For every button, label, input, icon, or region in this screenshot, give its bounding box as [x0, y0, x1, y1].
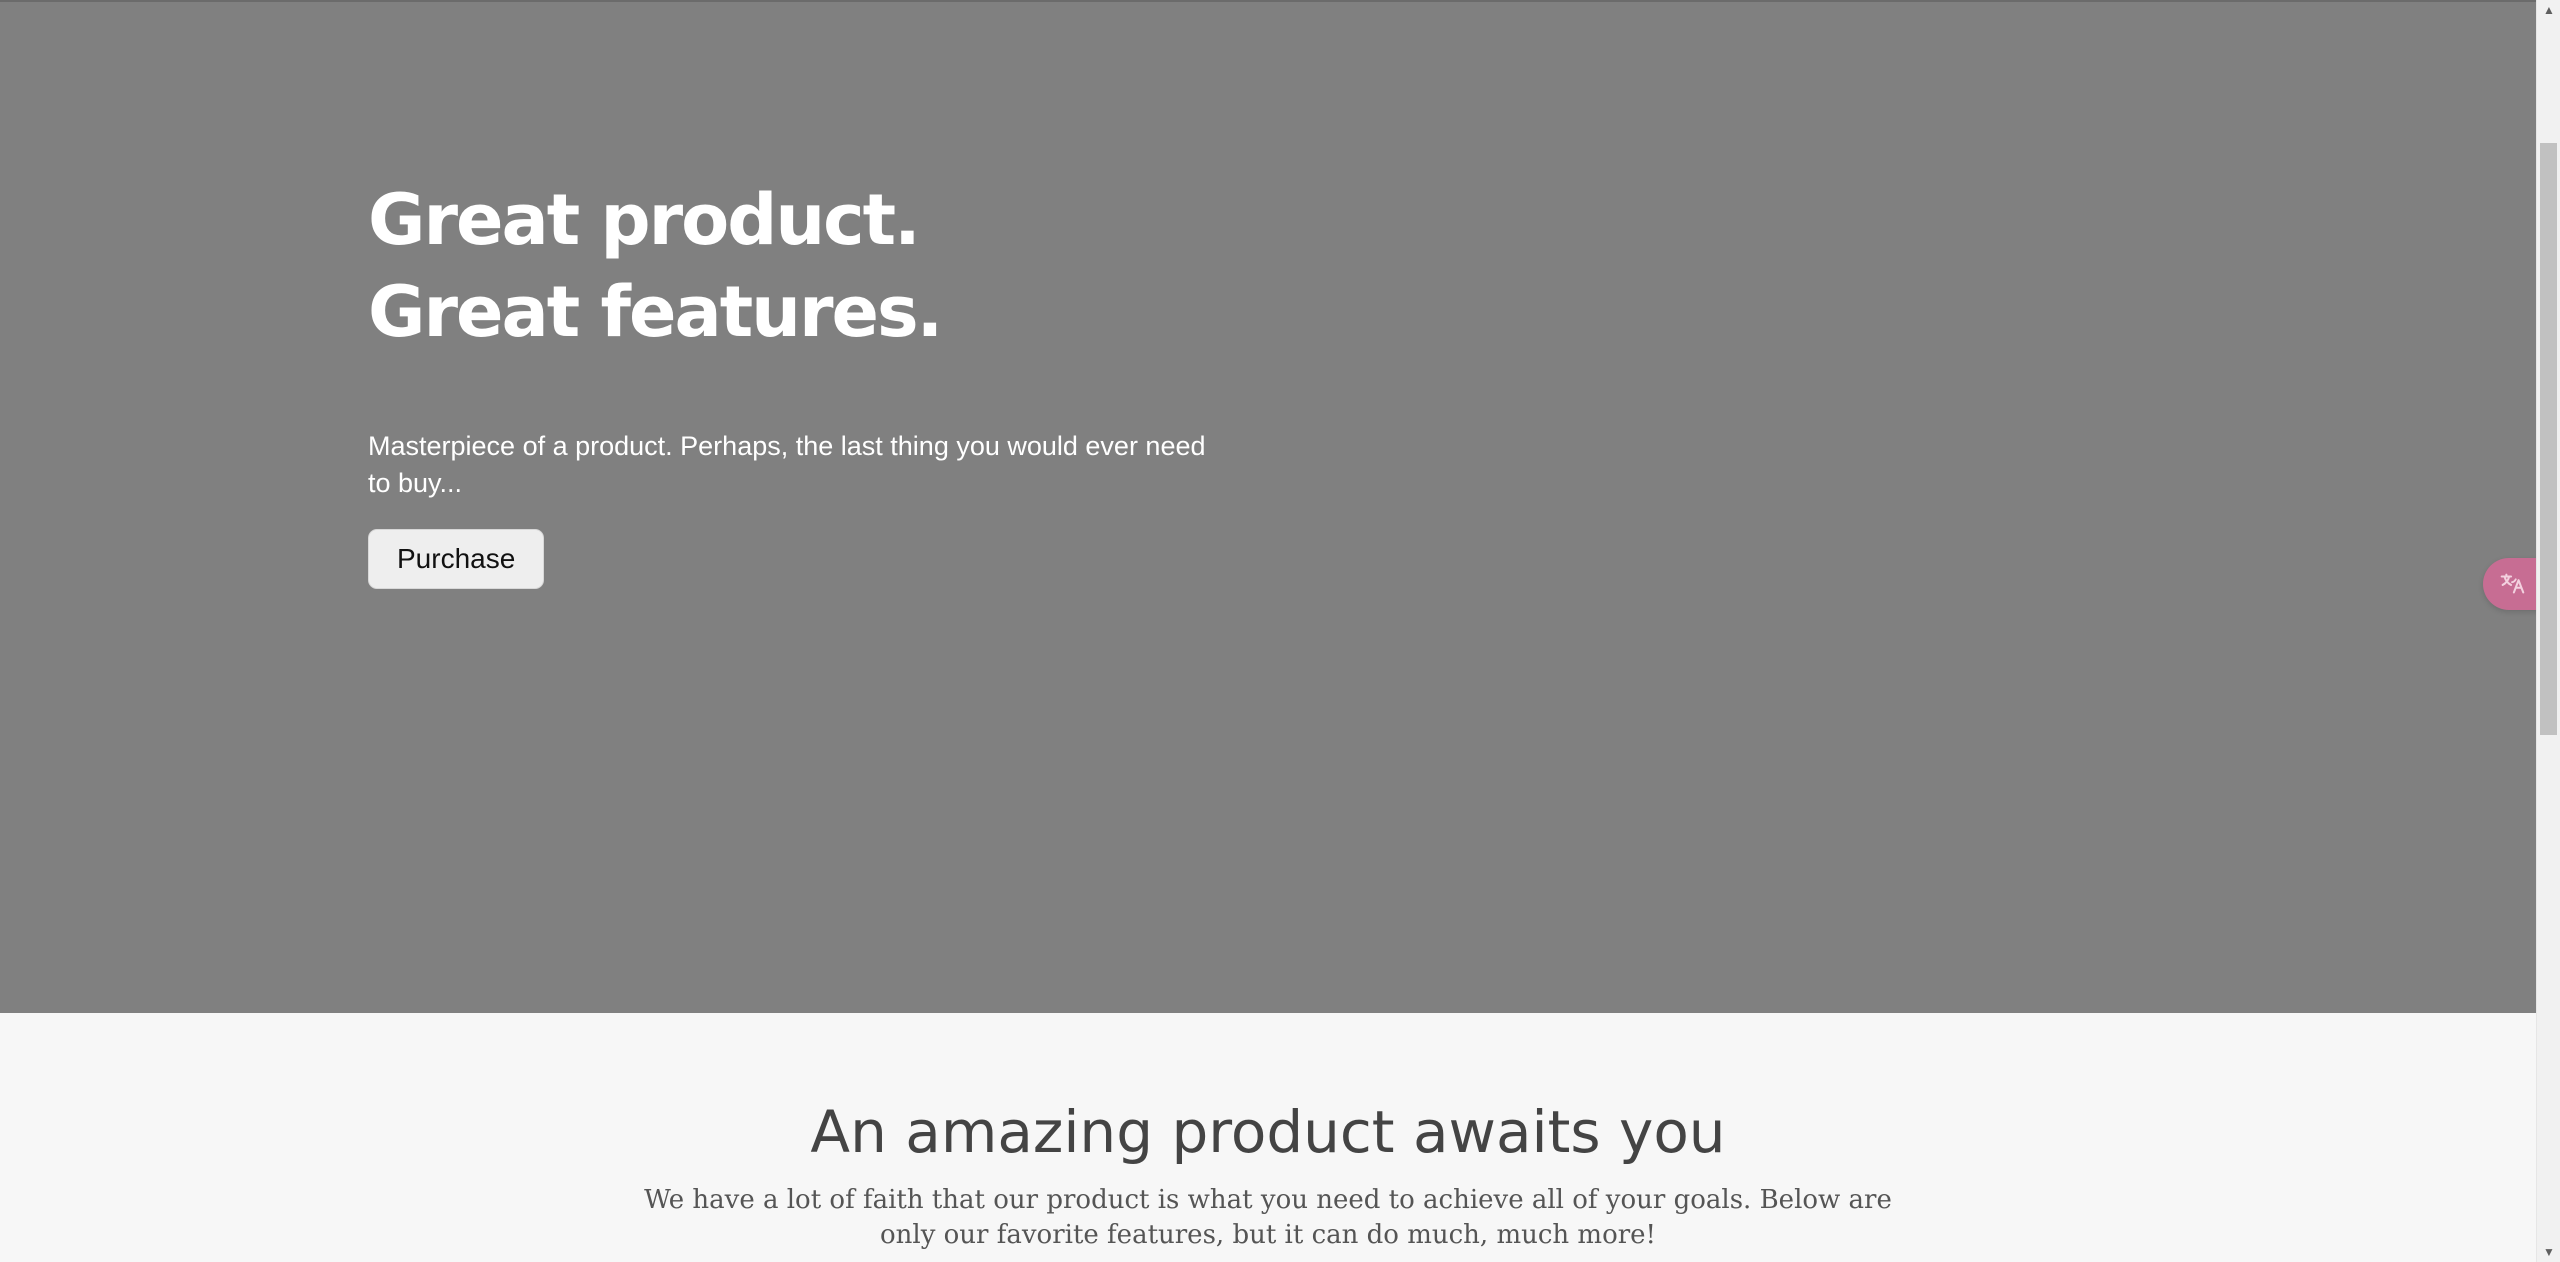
hero-section: Great product. Great features. Masterpie…	[0, 0, 2536, 1013]
scroll-down-arrow-icon[interactable]: ▼	[2537, 1242, 2560, 1262]
vertical-scrollbar[interactable]: ▲ ▼	[2536, 0, 2560, 1262]
translate-button[interactable]	[2483, 558, 2541, 610]
landing-page: Great product. Great features. Masterpie…	[0, 0, 2560, 1262]
features-section: An amazing product awaits you We have a …	[0, 1013, 2536, 1262]
hero-title-line-2: Great features.	[368, 271, 943, 353]
page-viewport[interactable]: Great product. Great features. Masterpie…	[0, 0, 2536, 1262]
translate-icon	[2500, 573, 2525, 594]
features-title: An amazing product awaits you	[810, 1098, 1726, 1166]
hero-subtitle: Masterpiece of a product. Perhaps, the l…	[368, 431, 1206, 498]
scroll-up-arrow-icon[interactable]: ▲	[2537, 0, 2560, 20]
hero-content: Great product. Great features. Masterpie…	[368, 174, 1228, 589]
hero-title: Great product. Great features.	[368, 174, 1228, 358]
hero-title-line-1: Great product.	[368, 179, 921, 261]
purchase-button[interactable]: Purchase	[368, 529, 545, 589]
scrollbar-thumb[interactable]	[2540, 143, 2557, 735]
features-description: We have a lot of faith that our product …	[644, 1185, 1892, 1250]
